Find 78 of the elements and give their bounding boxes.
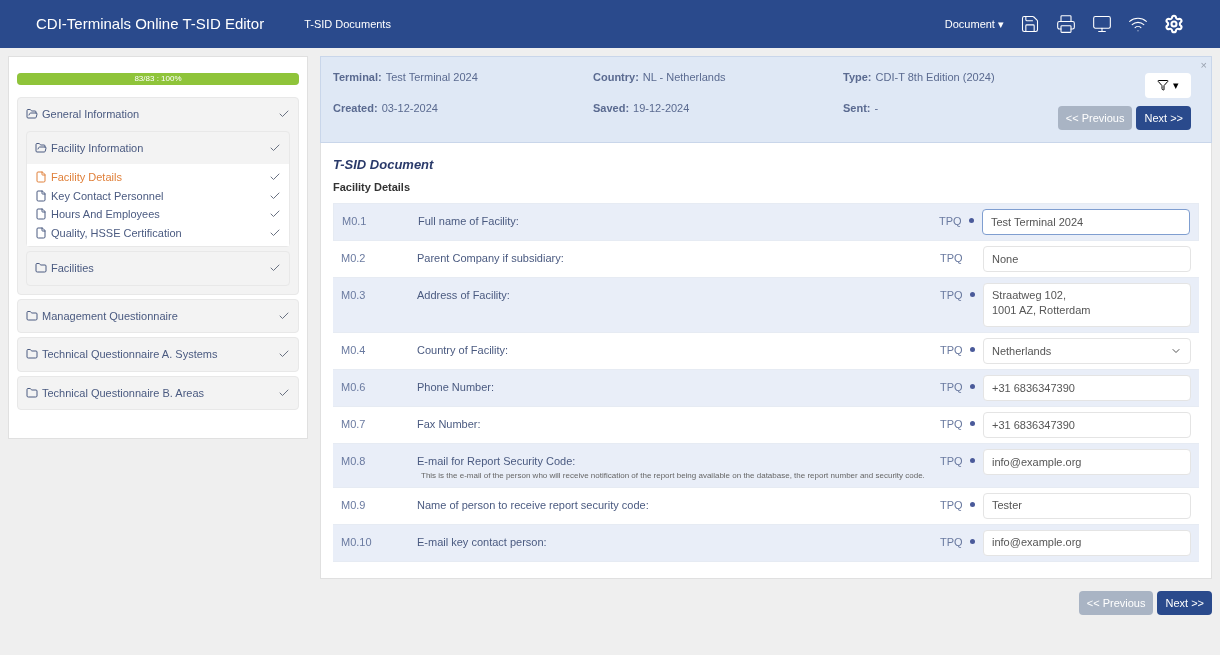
progress-label: 83/83 : 100% xyxy=(133,73,183,85)
info-label: Terminal: xyxy=(333,70,382,85)
tree-item[interactable]: Quality, HSSE Certification xyxy=(35,223,281,242)
app-title: CDI-Terminals Online T-SID Editor xyxy=(36,13,265,34)
text-field[interactable]: None xyxy=(983,246,1191,272)
info-label: Sent: xyxy=(843,100,871,116)
text-field[interactable]: info@example.org xyxy=(983,529,1191,556)
filter-button[interactable]: ▾ xyxy=(1145,73,1191,98)
info-value: NL - Netherlands xyxy=(642,70,726,85)
question-code: M0.2 xyxy=(341,251,367,266)
document-title: T-SID Document xyxy=(333,156,435,174)
question-label: Phone Number: xyxy=(417,380,496,395)
tpq-label: TPQ xyxy=(940,497,964,513)
question-label: Country of Facility: xyxy=(417,343,510,358)
file-icon xyxy=(35,189,47,202)
question-label: Name of person to receive report security code: xyxy=(417,497,650,513)
settings-icon[interactable] xyxy=(1164,14,1184,34)
info-label: Type: xyxy=(843,70,872,85)
next-button[interactable]: Next >> xyxy=(1157,590,1212,615)
info-label: Created: xyxy=(333,100,378,116)
country-select[interactable]: Netherlands xyxy=(983,338,1191,364)
question-label: Parent Company if subsidiary: xyxy=(417,251,565,266)
text-field[interactable]: +31 6836347390 xyxy=(983,412,1191,438)
filter-icon xyxy=(1157,79,1169,92)
document-menu[interactable]: Document ▾ xyxy=(944,15,1004,33)
folder-icon xyxy=(26,348,38,361)
folder-icon xyxy=(26,108,38,121)
file-icon xyxy=(35,208,47,221)
question-label: Full name of Facility: xyxy=(418,214,520,229)
question-label: E-mail key contact person: xyxy=(417,534,548,550)
question-note: This is the e-mail of the person who will receive notification of the report being available on the database, the report number and security code. xyxy=(420,469,926,482)
tpq-label: TPQ xyxy=(940,288,964,303)
tpq-label: TPQ xyxy=(940,454,964,469)
question-label: E-mail for Report Security Code: xyxy=(417,454,577,469)
next-button[interactable]: Next >> xyxy=(1136,105,1191,130)
tree-item[interactable]: Facility Information xyxy=(35,131,281,164)
text-field[interactable]: Test Terminal 2024 xyxy=(982,209,1190,235)
address-field[interactable]: Straatweg 102, 1001 AZ, Rotterdam xyxy=(983,283,1191,327)
tree-item[interactable]: Hours And Employees xyxy=(35,205,281,224)
text-field[interactable]: info@example.org xyxy=(983,449,1191,475)
question-code: M0.1 xyxy=(342,214,368,229)
tpq-label: TPQ xyxy=(940,251,964,266)
file-icon xyxy=(35,171,47,184)
text-field[interactable]: +31 6836347390 xyxy=(983,375,1191,401)
tpq-label: TPQ xyxy=(940,417,964,432)
tpq-label: TPQ xyxy=(940,343,964,358)
info-label: Country: xyxy=(593,70,639,85)
question-code: M0.3 xyxy=(341,288,367,303)
folder-icon xyxy=(26,309,38,322)
file-icon xyxy=(35,226,47,239)
question-label: Address of Facility: xyxy=(417,288,511,303)
info-value: - xyxy=(874,100,879,116)
info-label: Saved: xyxy=(593,100,630,116)
save-icon[interactable] xyxy=(1020,14,1040,34)
question-label: Fax Number: xyxy=(417,417,482,432)
tree-item[interactable]: Key Contact Personnel xyxy=(35,186,281,205)
question-code: M0.6 xyxy=(341,380,367,395)
question-code: M0.10 xyxy=(341,534,373,550)
question-code: M0.7 xyxy=(341,417,367,432)
folder-icon xyxy=(26,386,38,399)
question-code: M0.8 xyxy=(341,454,367,469)
monitor-icon[interactable] xyxy=(1092,14,1112,34)
question-code: M0.4 xyxy=(341,343,367,358)
question-code: M0.9 xyxy=(341,497,367,513)
tree-item[interactable]: General Information xyxy=(26,98,290,131)
nav-link[interactable]: T-SID Documents xyxy=(304,15,391,33)
info-value: 03-12-2024 xyxy=(381,100,438,116)
folder-icon xyxy=(35,141,47,154)
info-value: Test Terminal 2024 xyxy=(385,70,478,85)
folder-icon xyxy=(35,262,47,275)
info-value: CDI-T 8th Edition (2024) xyxy=(875,70,995,85)
tpq-label: TPQ xyxy=(940,380,964,395)
tpq-label: TPQ xyxy=(939,214,963,229)
tpq-label: TPQ xyxy=(940,534,964,550)
printer-icon[interactable] xyxy=(1056,14,1076,34)
text-field[interactable]: Tester xyxy=(983,492,1191,519)
section-title: Facility Details xyxy=(333,179,412,195)
info-value: 19-12-2024 xyxy=(633,100,690,116)
